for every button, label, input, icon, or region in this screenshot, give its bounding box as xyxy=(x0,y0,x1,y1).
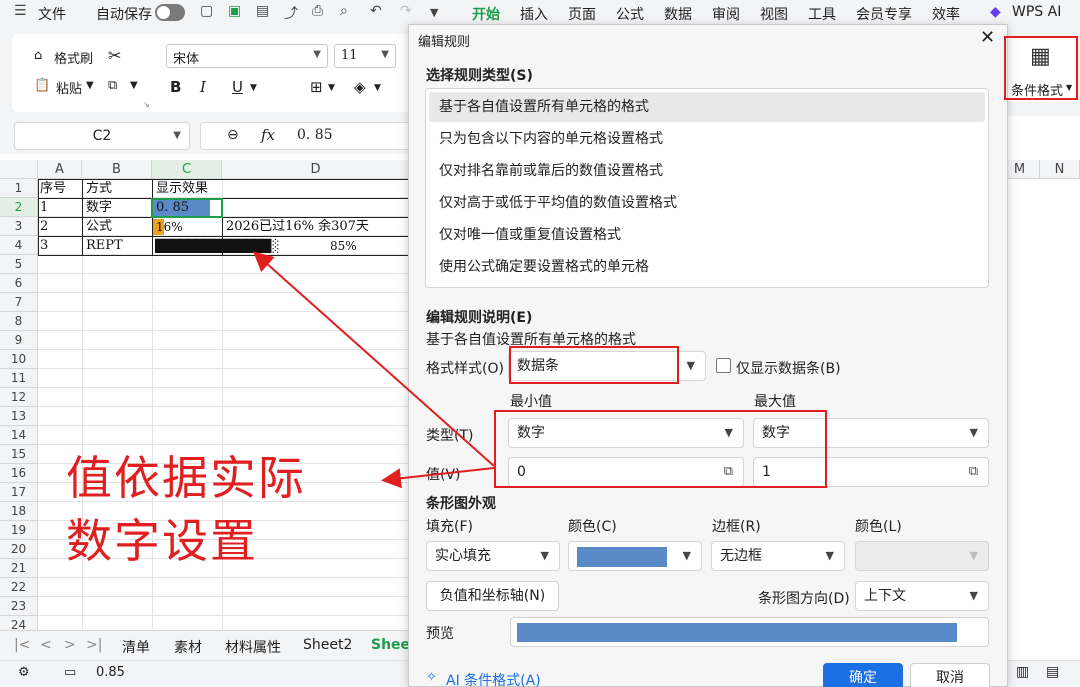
annotation-arrow xyxy=(253,251,495,467)
annotation-note-line2: 数字设置 xyxy=(66,514,258,568)
annotation-arrow xyxy=(381,467,495,489)
annotation-arrows xyxy=(253,251,495,489)
annotation-note-line1: 值依据实际 xyxy=(66,451,306,505)
